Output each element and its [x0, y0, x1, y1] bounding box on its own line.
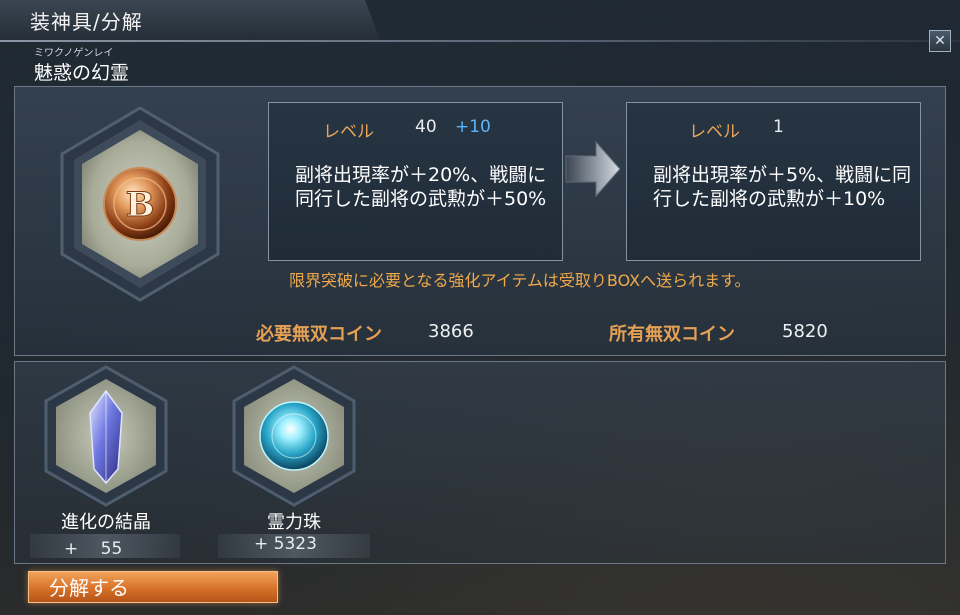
window-title: 装神具/分解 — [30, 10, 143, 34]
arrow-right-icon — [565, 140, 621, 198]
item-icon: B — [60, 106, 220, 302]
crystal-icon — [44, 365, 168, 507]
item-emblem-letter: B — [126, 185, 155, 225]
title-divider — [0, 40, 960, 42]
item-name-ruby: ミワクノゲンレイ — [34, 48, 114, 59]
result-level-value: 1 — [773, 117, 784, 137]
result-stats-box: レベル 1 副将出現率が＋5%、戦闘に同行した副将の武勲が＋10% — [626, 102, 921, 261]
material-name: 霊力珠 — [267, 512, 321, 533]
current-level-plus: +10 — [455, 117, 491, 137]
material-count: + 5323 — [218, 534, 370, 558]
required-coin-label: 必要無双コイン — [256, 324, 382, 345]
spirit-orb-icon — [232, 365, 356, 507]
owned-coin-value: 5820 — [782, 321, 828, 342]
result-description: 副将出現率が＋5%、戦闘に同行した副将の武勲が＋10% — [653, 164, 912, 210]
notice-text: 限界突破に必要となる強化アイテムは受取りBOXへ送られます。 — [289, 271, 751, 290]
required-coin-value: 3866 — [428, 321, 474, 342]
close-button[interactable]: ✕ — [929, 30, 951, 52]
material-count: + 55 — [30, 534, 180, 559]
current-level-value: 40 — [415, 117, 437, 137]
current-description: 副将出現率が＋20%、戦闘に同行した副将の武勲が＋50% — [295, 164, 547, 210]
decompose-button[interactable]: 分解する — [28, 571, 278, 603]
result-level-label: レベル — [689, 122, 740, 142]
decompose-window: 装神具/分解 ✕ ミワクノゲンレイ 魅惑の幻霊 B レベル 40 +10 副将出… — [0, 0, 960, 615]
material-name: 進化の結晶 — [61, 512, 151, 533]
item-name: 魅惑の幻霊 — [34, 62, 130, 84]
owned-coin-label: 所有無双コイン — [609, 324, 735, 345]
current-level-label: レベル — [323, 122, 374, 142]
current-stats-box: レベル 40 +10 副将出現率が＋20%、戦闘に同行した副将の武勲が＋50% — [268, 102, 563, 261]
